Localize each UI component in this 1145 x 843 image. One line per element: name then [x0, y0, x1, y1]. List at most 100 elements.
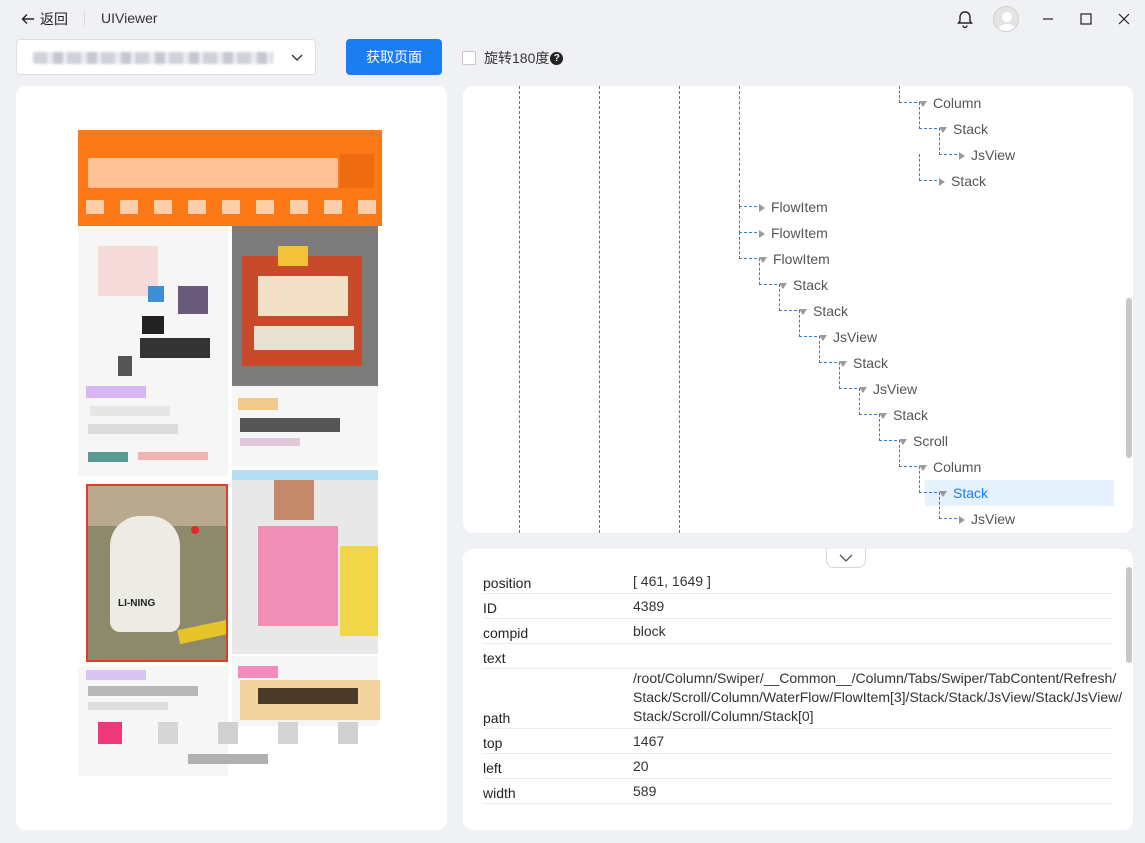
tree-connector	[919, 154, 937, 181]
tree-connector	[899, 440, 917, 467]
tree-connector	[779, 284, 797, 311]
tree-connector	[739, 180, 757, 207]
tree-connector	[899, 86, 917, 103]
tree-node[interactable]: Stack	[919, 154, 987, 194]
app-title: UIViewer	[101, 10, 158, 26]
attribute-panel: position [ 461, 1649 ] ID 4389 compid block te…	[463, 549, 1133, 830]
tree-node-label: FlowItem	[771, 225, 828, 241]
tree-node[interactable]: Column	[899, 440, 982, 480]
attribute-value: 589	[633, 783, 657, 799]
attribute-row: position [ 461, 1649 ]	[483, 569, 1113, 594]
tree-connector	[739, 206, 757, 233]
attribute-row: left 20	[483, 754, 1113, 779]
touch-point-marker	[191, 526, 199, 534]
tree-node[interactable]: JsView	[939, 128, 1016, 168]
tree-connector	[759, 258, 777, 285]
tree-scrollbar[interactable]	[1126, 298, 1132, 458]
chevron-down-icon	[291, 54, 303, 61]
attribute-value: /root/Column/Swiper/__Common__/Column/Ta…	[633, 670, 1123, 724]
tree-node-label: Stack	[953, 485, 989, 501]
tree-node-label: JsView	[873, 381, 918, 397]
minimize-icon[interactable]	[1037, 8, 1059, 30]
attribute-row: text	[483, 644, 1113, 669]
tree-node-label: Stack	[951, 173, 987, 189]
tree-guide-line	[599, 86, 600, 533]
app-header-icon	[340, 154, 374, 188]
back-button[interactable]: 返回	[20, 9, 68, 29]
device-preview-panel: LI-NING	[16, 86, 447, 830]
chevron-down-icon	[839, 554, 853, 562]
attribute-value: 4389	[633, 598, 665, 614]
device-select[interactable]	[16, 39, 316, 75]
tree-guide-line	[519, 86, 520, 533]
attribute-key: compid	[483, 625, 529, 641]
bell-icon[interactable]	[954, 8, 976, 30]
tree-node-label: FlowItem	[773, 251, 830, 267]
attribute-key: left	[483, 760, 502, 776]
component-tree-panel: Column Stack JsView Stack FlowItem FlowItem Fl…	[463, 86, 1133, 533]
avatar[interactable]	[993, 6, 1019, 32]
caret-right-icon[interactable]	[759, 230, 765, 239]
tree-node-label: Column	[933, 95, 982, 111]
attribute-key: top	[483, 735, 503, 751]
tree-node-label: JsView	[971, 147, 1016, 163]
tree-node-label: Scroll	[913, 433, 949, 449]
app-header-bar	[78, 130, 382, 226]
tree-node[interactable]: JsView	[799, 310, 877, 350]
highlighted-component[interactable]: LI-NING	[86, 484, 228, 662]
tree-node-label: JsView	[971, 511, 1016, 527]
attribute-row: compid block	[483, 619, 1113, 644]
blurred-device-name	[33, 52, 273, 64]
tree-connector	[819, 336, 837, 363]
tree-connector	[939, 128, 957, 155]
tree-node-label: Column	[933, 459, 982, 475]
tree-connector	[919, 466, 937, 493]
close-icon[interactable]	[1113, 8, 1135, 30]
caret-right-icon[interactable]	[959, 152, 965, 161]
tree-node-label: Stack	[953, 121, 989, 137]
help-icon[interactable]: ?	[550, 51, 564, 65]
maximize-icon[interactable]	[1075, 8, 1097, 30]
backpack-image	[110, 516, 180, 632]
attribute-key: width	[483, 785, 516, 801]
attribute-scrollbar[interactable]	[1126, 567, 1132, 663]
tree-guide-line	[679, 86, 680, 533]
attribute-key: path	[483, 710, 511, 726]
back-label: 返回	[40, 11, 68, 27]
tree-connector	[879, 414, 897, 441]
attribute-key: text	[483, 650, 506, 666]
tree-node[interactable]: FlowItem	[739, 206, 828, 246]
brand-logo-text: LI-NING	[118, 598, 156, 609]
tree-connector	[739, 232, 757, 259]
caret-right-icon[interactable]	[959, 516, 965, 525]
tree-connector	[839, 362, 857, 389]
tree-connector	[919, 102, 937, 129]
tree-node-label: Stack	[893, 407, 929, 423]
rotate-checkbox[interactable]	[462, 51, 476, 65]
tree-node[interactable]: JsView	[839, 362, 918, 402]
fetch-page-button[interactable]: 获取页面	[346, 39, 442, 75]
tree-node[interactable]: FlowItem	[739, 180, 828, 220]
tree-connector	[799, 310, 817, 337]
attribute-value: block	[633, 623, 666, 639]
caret-right-icon[interactable]	[759, 204, 765, 213]
attribute-row: width 589	[483, 779, 1113, 804]
tree-node-label: Stack	[853, 355, 889, 371]
tree-node[interactable]: Column	[899, 86, 982, 116]
attribute-value: 1467	[633, 733, 665, 749]
tree-guide-line	[739, 86, 740, 176]
collapse-toggle-button[interactable]	[826, 549, 866, 568]
tree-node-label: FlowItem	[771, 199, 828, 215]
device-screenshot[interactable]: LI-NING	[78, 130, 382, 780]
arrow-left-icon	[21, 14, 34, 24]
caret-right-icon[interactable]	[939, 178, 945, 187]
card-photo-rail	[177, 617, 226, 645]
tree-node[interactable]: JsView	[939, 492, 1016, 532]
rotate-label: 旋转180度	[484, 50, 550, 66]
tree-connector	[939, 492, 957, 519]
attribute-value: 20	[633, 758, 649, 774]
attribute-row: top 1467	[483, 729, 1113, 754]
attribute-row: path/root/Column/Swiper/__Common__/Colum…	[483, 669, 1122, 729]
title-divider	[84, 11, 85, 27]
tree-node[interactable]: FlowItem	[739, 232, 830, 272]
